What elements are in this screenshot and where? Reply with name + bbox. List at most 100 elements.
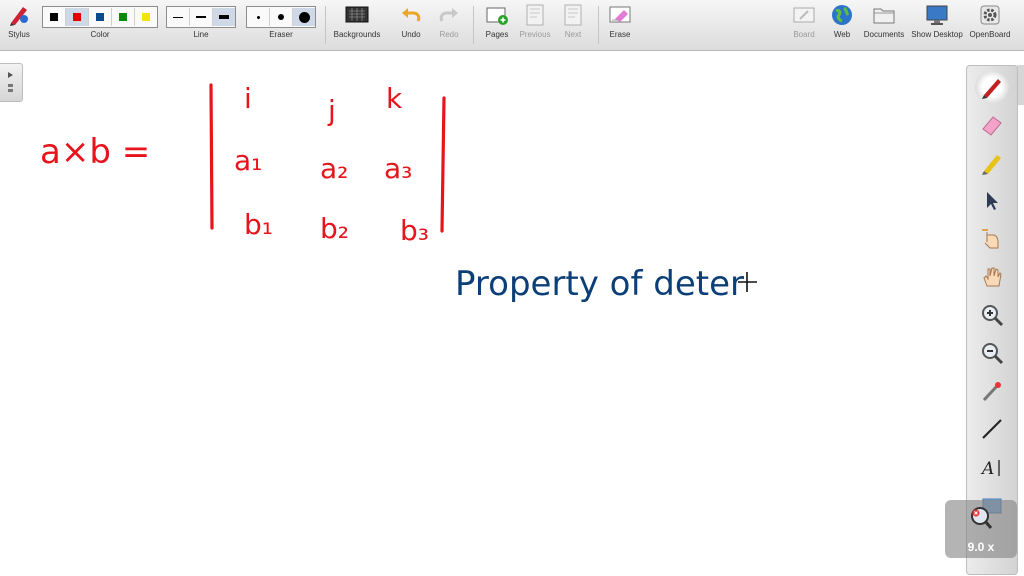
text-tool-button[interactable]: A (975, 451, 1009, 483)
eraser-group: Eraser (246, 2, 316, 39)
whiteboard-canvas: a×b = i j k a₁ a₂ a₃ b₁ b₂ b₃ Property o… (40, 82, 757, 304)
laser-pointer-icon (982, 382, 1001, 402)
laser-pointer-tool-button[interactable] (975, 375, 1009, 407)
color-swatch-green[interactable] (112, 8, 135, 26)
documents-label: Documents (863, 30, 905, 39)
marker-icon (982, 155, 1001, 175)
determinant-matrix: i j k a₁ a₂ a₃ b₁ b₂ b₃ (209, 82, 446, 247)
next-button[interactable]: Next (560, 2, 586, 39)
hand-icon (983, 267, 1002, 287)
formula-left-text: a×b = (40, 132, 150, 172)
documents-button[interactable]: Documents (862, 2, 906, 39)
line-width-selector (166, 6, 236, 28)
color-swatch-yellow[interactable] (135, 8, 157, 26)
color-label: Color (90, 30, 110, 39)
pages-label: Pages (485, 30, 509, 39)
redo-icon (436, 2, 462, 28)
interact-icon (982, 229, 999, 249)
redo-button[interactable]: Redo (436, 2, 462, 39)
erase-icon (607, 2, 633, 28)
top-toolbar: Stylus Color Line Eraser Backgrounds Und… (0, 0, 1024, 51)
matrix-cell-i: i (244, 82, 252, 115)
matrix-cell-b2: b₂ (320, 212, 349, 245)
erase-label: Erase (609, 30, 631, 39)
zoom-out-icon (982, 343, 1004, 365)
text-icon: A (980, 459, 1000, 479)
matrix-cell-a1: a₁ (234, 144, 262, 177)
color-palette (42, 6, 158, 28)
zoom-in-icon (982, 305, 1004, 327)
backgrounds-button[interactable]: Backgrounds (332, 2, 382, 39)
undo-button[interactable]: Undo (398, 2, 424, 39)
color-swatch-black[interactable] (43, 8, 66, 26)
matrix-cell-a3: a₃ (384, 152, 412, 185)
line-thin-button[interactable] (167, 8, 190, 26)
pen-tool-button[interactable] (975, 71, 1009, 103)
previous-button[interactable]: Previous (518, 2, 552, 39)
matrix-cell-a2: a₂ (320, 152, 348, 185)
redo-label: Redo (439, 30, 459, 39)
hand-tool-button[interactable] (975, 261, 1009, 293)
color-swatch-red[interactable] (66, 8, 89, 26)
selector-icon (987, 192, 998, 210)
zoom-in-tool-button[interactable] (975, 299, 1009, 331)
web-label: Web (833, 30, 851, 39)
line-thick-button[interactable] (213, 8, 235, 26)
pages-button[interactable]: Pages (484, 2, 510, 39)
zoom-magnifier-icon (971, 507, 993, 529)
eraser-label: Eraser (269, 30, 293, 39)
undo-label: Undo (401, 30, 421, 39)
folder-icon (871, 2, 897, 28)
board-icon (791, 2, 817, 28)
handwritten-note: Property of deter (455, 264, 744, 304)
matrix-cell-b1: b₁ (244, 208, 273, 241)
matrix-right-bar (440, 96, 446, 233)
board-label: Board (793, 30, 815, 39)
tool-palette: A (966, 65, 1018, 575)
cursor-crosshair-icon (738, 272, 757, 292)
globe-icon (829, 2, 855, 28)
toolbar-separator (473, 6, 474, 44)
color-swatch-blue[interactable] (89, 8, 112, 26)
selector-tool-button[interactable] (975, 185, 1009, 217)
matrix-left-bar (209, 83, 214, 230)
eraser-medium-button[interactable] (270, 8, 293, 26)
web-button[interactable]: Web (828, 2, 856, 39)
expand-arrow-icon (8, 72, 13, 92)
line-group: Line (166, 2, 236, 39)
matrix-cell-j: j (327, 94, 336, 127)
eraser-large-button[interactable] (293, 8, 315, 26)
svg-text:A: A (980, 459, 994, 479)
show-desktop-button[interactable]: Show Desktop (910, 2, 964, 39)
eraser-small-button[interactable] (247, 8, 270, 26)
line-medium-button[interactable] (190, 8, 213, 26)
stylus-button[interactable]: Stylus (6, 2, 32, 39)
board-button[interactable]: Board (790, 2, 818, 39)
previous-label: Previous (519, 30, 551, 39)
pen-icon (982, 79, 1001, 99)
line-label: Line (193, 30, 209, 39)
line-icon (982, 419, 1002, 439)
zoom-level-label: 9.0 x (967, 540, 995, 554)
interact-tool-button[interactable] (975, 223, 1009, 255)
handwritten-formula: a×b = (40, 132, 150, 172)
right-palette-handle[interactable] (1017, 65, 1024, 105)
left-palette-toggle[interactable] (0, 63, 23, 102)
stylus-icon (6, 2, 32, 28)
zoom-out-tool-button[interactable] (975, 337, 1009, 369)
monitor-icon (924, 2, 950, 28)
pages-icon (484, 2, 510, 28)
toolbar-separator (325, 6, 326, 44)
openboard-button[interactable]: OpenBoard (968, 2, 1012, 39)
eraser-tool-button[interactable] (975, 109, 1009, 141)
erase-button[interactable]: Erase (606, 2, 634, 39)
backgrounds-label: Backgrounds (333, 30, 381, 39)
color-group: Color (42, 2, 158, 39)
backgrounds-icon (344, 2, 370, 28)
line-tool-button[interactable] (975, 413, 1009, 445)
zoom-indicator: 9.0 x (945, 500, 1017, 558)
next-page-icon (560, 2, 586, 28)
eraser-icon (982, 116, 1002, 136)
previous-page-icon (522, 2, 548, 28)
marker-tool-button[interactable] (975, 147, 1009, 179)
